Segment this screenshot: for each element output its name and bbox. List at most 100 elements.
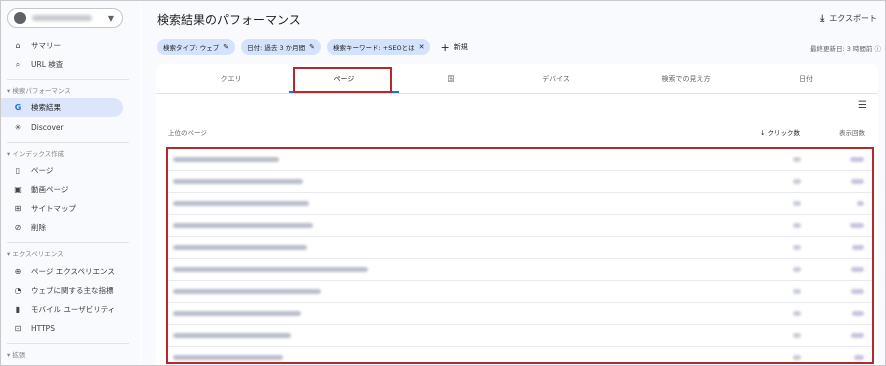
table-row[interactable] [168,325,872,347]
sidebar-item-label: サイトマップ [31,204,76,213]
edit-pencil-icon[interactable]: ✎ [223,43,229,51]
column-header-page[interactable]: 上位のページ [168,127,207,137]
sidebar-item-label: Discover [31,123,64,132]
section-experience[interactable]: ▾ エクスペリエンス [7,248,64,258]
download-icon: ⤓ [820,13,825,24]
google-g-icon: G [14,103,22,112]
filter-chips: 検索タイプ: ウェブ ✎ 日付: 過去 3 か月間 ✎ 検索キーワード: +SE… [157,39,468,55]
column-header-impressions[interactable]: 表示回数 [839,127,865,137]
page-url-redacted [173,245,307,250]
last-updated: 最終更新日: 3 時間前 ⓘ [809,45,882,53]
table-row[interactable] [168,237,872,259]
table-row[interactable] [168,149,872,171]
sidebar-item-mobile-usability[interactable]: ▮ モバイル ユーザビリティ [1,300,123,319]
clicks-value-redacted [793,355,801,360]
sidebar-item-label: 動画ページ [31,185,69,194]
export-button[interactable]: ⤓ エクスポート [820,13,877,24]
clicks-value-redacted [793,245,801,250]
filter-rows-icon[interactable]: ☰ [858,100,867,111]
filter-chip-date[interactable]: 日付: 過去 3 か月間 ✎ [241,39,322,55]
impressions-value-redacted [857,201,864,206]
column-header-clicks[interactable]: ↓ クリック数 [760,127,800,137]
table-row[interactable] [168,347,872,366]
sidebar-item-search-results[interactable]: G 検索結果 [1,98,123,117]
sidebar-item-pages[interactable]: ▯ ページ [1,161,123,180]
plus-icon: + [440,40,450,54]
table-row[interactable] [168,303,872,325]
sidebar-item-label: 検索結果 [31,103,61,112]
impressions-value-redacted [854,355,864,360]
page-url-redacted [173,311,301,316]
sidebar-item-removals[interactable]: ⊘ 削除 [1,218,123,237]
page-title: 検索結果のパフォーマンス [157,13,301,27]
table-row[interactable] [168,281,872,303]
dimension-tabs: クエリ ページ 国 デバイス 検索での見え方 日付 [156,64,878,94]
property-selector[interactable]: ▼ [7,8,123,28]
clicks-value-redacted [793,179,801,184]
table-row[interactable] [168,215,872,237]
clicks-value-redacted [793,267,801,272]
impressions-value-redacted [851,289,864,294]
impressions-value-redacted [851,333,864,338]
sidebar-item-page-experience[interactable]: ⊕ ページ エクスペリエンス [1,262,123,281]
clicks-value-redacted [793,157,801,162]
search-icon: ⌕ [15,59,21,69]
help-icon[interactable]: ⓘ [875,45,882,53]
main-content: 検索結果のパフォーマンス ⤓ エクスポート 検索タイプ: ウェブ ✎ 日付: 過… [141,1,885,365]
tab-countries[interactable]: 国 [401,64,501,94]
video-page-icon: ▣ [14,185,22,194]
close-icon[interactable]: ✕ [419,43,425,51]
edit-pencil-icon[interactable]: ✎ [309,43,315,51]
impressions-value-redacted [852,245,864,250]
table-row[interactable] [168,193,872,215]
table-row[interactable] [168,171,872,193]
sidebar-item-label: モバイル ユーザビリティ [31,305,116,314]
sidebar-item-video-pages[interactable]: ▣ 動画ページ [1,180,123,199]
section-enhancements[interactable]: ▾ 拡張 [7,349,25,359]
page-url-redacted [173,289,321,294]
sidebar-item-label: URL 検査 [31,60,64,69]
clicks-value-redacted [793,223,801,228]
section-performance[interactable]: ▾ 検索パフォーマンス [7,85,71,95]
export-label: エクスポート [829,14,877,23]
impressions-value-redacted [850,157,864,162]
sidebar-item-core-web-vitals[interactable]: ◔ ウェブに関する主な指標 [1,281,123,300]
section-index[interactable]: ▾ インデックス作成 [7,148,64,158]
impressions-value-redacted [850,223,864,228]
globe-icon [14,12,26,24]
report-card: クエリ ページ 国 デバイス 検索での見え方 日付 ☰ 上位のページ ↓ クリッ… [156,64,878,365]
sidebar-item-label: ページ [31,166,54,175]
impressions-value-redacted [852,311,864,316]
page-icon: ▯ [15,166,21,175]
chevron-down-icon: ▼ [107,13,114,23]
sidebar-item-discover[interactable]: ✳ Discover [1,118,123,137]
page-url-redacted [173,333,291,338]
tab-queries[interactable]: クエリ [186,64,276,94]
page-url-redacted [173,267,368,272]
filter-chip-search-type[interactable]: 検索タイプ: ウェブ ✎ [157,39,236,55]
discover-asterisk-icon: ✳ [14,123,22,132]
sidebar-item-sitemaps[interactable]: ⊞ サイトマップ [1,199,123,218]
removal-icon: ⊘ [14,223,22,232]
sidebar-item-label: ページ エクスペリエンス [31,267,115,276]
tab-devices[interactable]: デバイス [501,64,611,94]
new-filter-button[interactable]: + 新規 [440,41,467,54]
sidebar: ▼ ⌂ サマリー ⌕ URL 検査 ▾ 検索パフォーマンス G 検索結果 ✳ D… [1,1,140,365]
sidebar-item-summary[interactable]: ⌂ サマリー [1,36,123,55]
sidebar-item-label: サマリー [31,41,61,50]
property-name-redacted [32,15,92,21]
tab-search-appearance[interactable]: 検索での見え方 [611,64,761,94]
sidebar-item-url-inspection[interactable]: ⌕ URL 検査 [1,55,123,74]
sidebar-item-label: ウェブに関する主な指標 [31,286,114,295]
lock-icon: ⊡ [14,324,22,333]
sidebar-item-https[interactable]: ⊡ HTTPS [1,319,123,338]
divider [7,79,129,80]
clicks-value-redacted [793,333,801,338]
table-row[interactable] [168,259,872,281]
filter-chip-query[interactable]: 検索キーワード: +SEOとは ✕ [327,39,431,55]
tab-dates[interactable]: 日付 [761,64,851,94]
impressions-value-redacted [851,179,864,184]
core-web-vitals-icon: ◔ [14,286,22,295]
divider [7,142,129,143]
page-url-redacted [173,157,279,162]
